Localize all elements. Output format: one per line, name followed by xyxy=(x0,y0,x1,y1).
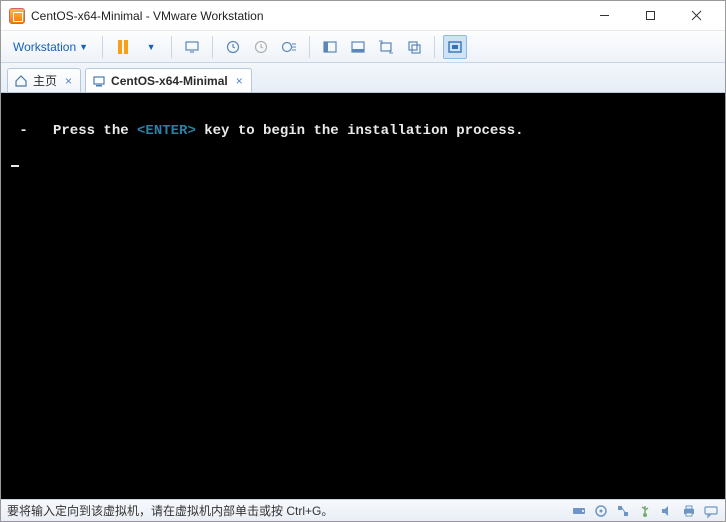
bottombar-icon xyxy=(350,39,366,55)
printer-icon[interactable] xyxy=(681,503,697,519)
show-hide-library-button[interactable] xyxy=(318,35,342,59)
tab-close-icon[interactable]: × xyxy=(62,74,72,88)
cd-icon[interactable] xyxy=(593,503,609,519)
expand-icon xyxy=(378,39,394,55)
pause-vm-button[interactable] xyxy=(111,35,135,59)
revert-snapshot-button[interactable] xyxy=(249,35,273,59)
pause-icon xyxy=(118,40,128,54)
status-message: 要将输入定向到该虚拟机，请在虚拟机内部单击或按 Ctrl+G。 xyxy=(7,502,565,519)
window-controls xyxy=(581,2,719,30)
close-button[interactable] xyxy=(673,2,719,30)
toolbar-divider xyxy=(102,36,103,58)
send-ctrl-alt-del-button[interactable] xyxy=(180,35,204,59)
fullscreen-icon xyxy=(447,39,463,55)
window-titlebar: CentOS-x64-Minimal - VMware Workstation xyxy=(1,1,725,31)
workstation-menu-label: Workstation xyxy=(13,40,76,54)
terminal-output: - Press the <ENTER> key to begin the ins… xyxy=(1,93,725,139)
toolbar-divider xyxy=(171,36,172,58)
vm-tab[interactable]: CentOS-x64-Minimal × xyxy=(85,68,252,92)
clock-back-icon xyxy=(253,39,269,55)
clock-list-icon xyxy=(281,39,297,55)
terminal-enter-key: <ENTER> xyxy=(137,123,196,139)
vm-icon xyxy=(92,74,106,88)
workstation-menu[interactable]: Workstation ▼ xyxy=(7,37,94,57)
snapshot-button[interactable] xyxy=(221,35,245,59)
unity-button[interactable] xyxy=(402,35,426,59)
home-icon xyxy=(14,74,28,88)
statusbar: 要将输入定向到该虚拟机，请在虚拟机内部单击或按 Ctrl+G。 xyxy=(1,499,725,521)
network-icon[interactable] xyxy=(615,503,631,519)
terminal-line-prefix: - Press the xyxy=(11,123,137,139)
message-icon[interactable] xyxy=(703,503,719,519)
show-hide-thumbnail-button[interactable] xyxy=(346,35,370,59)
home-tab-label: 主页 xyxy=(33,72,57,89)
menubar: Workstation ▼ ▼ xyxy=(1,31,725,63)
toolbar-divider xyxy=(434,36,435,58)
home-tab[interactable]: 主页 × xyxy=(7,68,81,92)
chevron-down-icon: ▼ xyxy=(79,42,88,52)
usb-icon[interactable] xyxy=(637,503,653,519)
chevron-down-icon: ▼ xyxy=(147,42,156,52)
sound-icon[interactable] xyxy=(659,503,675,519)
terminal-cursor xyxy=(11,165,19,167)
clock-icon xyxy=(225,39,241,55)
overlap-windows-icon xyxy=(406,39,422,55)
sidebar-icon xyxy=(322,39,338,55)
tab-close-icon[interactable]: × xyxy=(233,74,243,88)
stretch-guest-button[interactable] xyxy=(374,35,398,59)
window-title: CentOS-x64-Minimal - VMware Workstation xyxy=(31,9,581,23)
minimize-button[interactable] xyxy=(581,2,627,30)
fullscreen-button[interactable] xyxy=(443,35,467,59)
monitor-icon xyxy=(184,39,200,55)
terminal-line-suffix: key to begin the installation process. xyxy=(196,123,524,139)
maximize-button[interactable] xyxy=(627,2,673,30)
tabbar: 主页 × CentOS-x64-Minimal × xyxy=(1,63,725,93)
power-menu-button[interactable]: ▼ xyxy=(139,35,163,59)
vm-display[interactable]: - Press the <ENTER> key to begin the ins… xyxy=(1,93,725,499)
vm-tab-label: CentOS-x64-Minimal xyxy=(111,74,228,88)
vmware-app-icon xyxy=(9,8,25,24)
toolbar-divider xyxy=(309,36,310,58)
toolbar-divider xyxy=(212,36,213,58)
hdd-icon[interactable] xyxy=(571,503,587,519)
snapshot-manager-button[interactable] xyxy=(277,35,301,59)
